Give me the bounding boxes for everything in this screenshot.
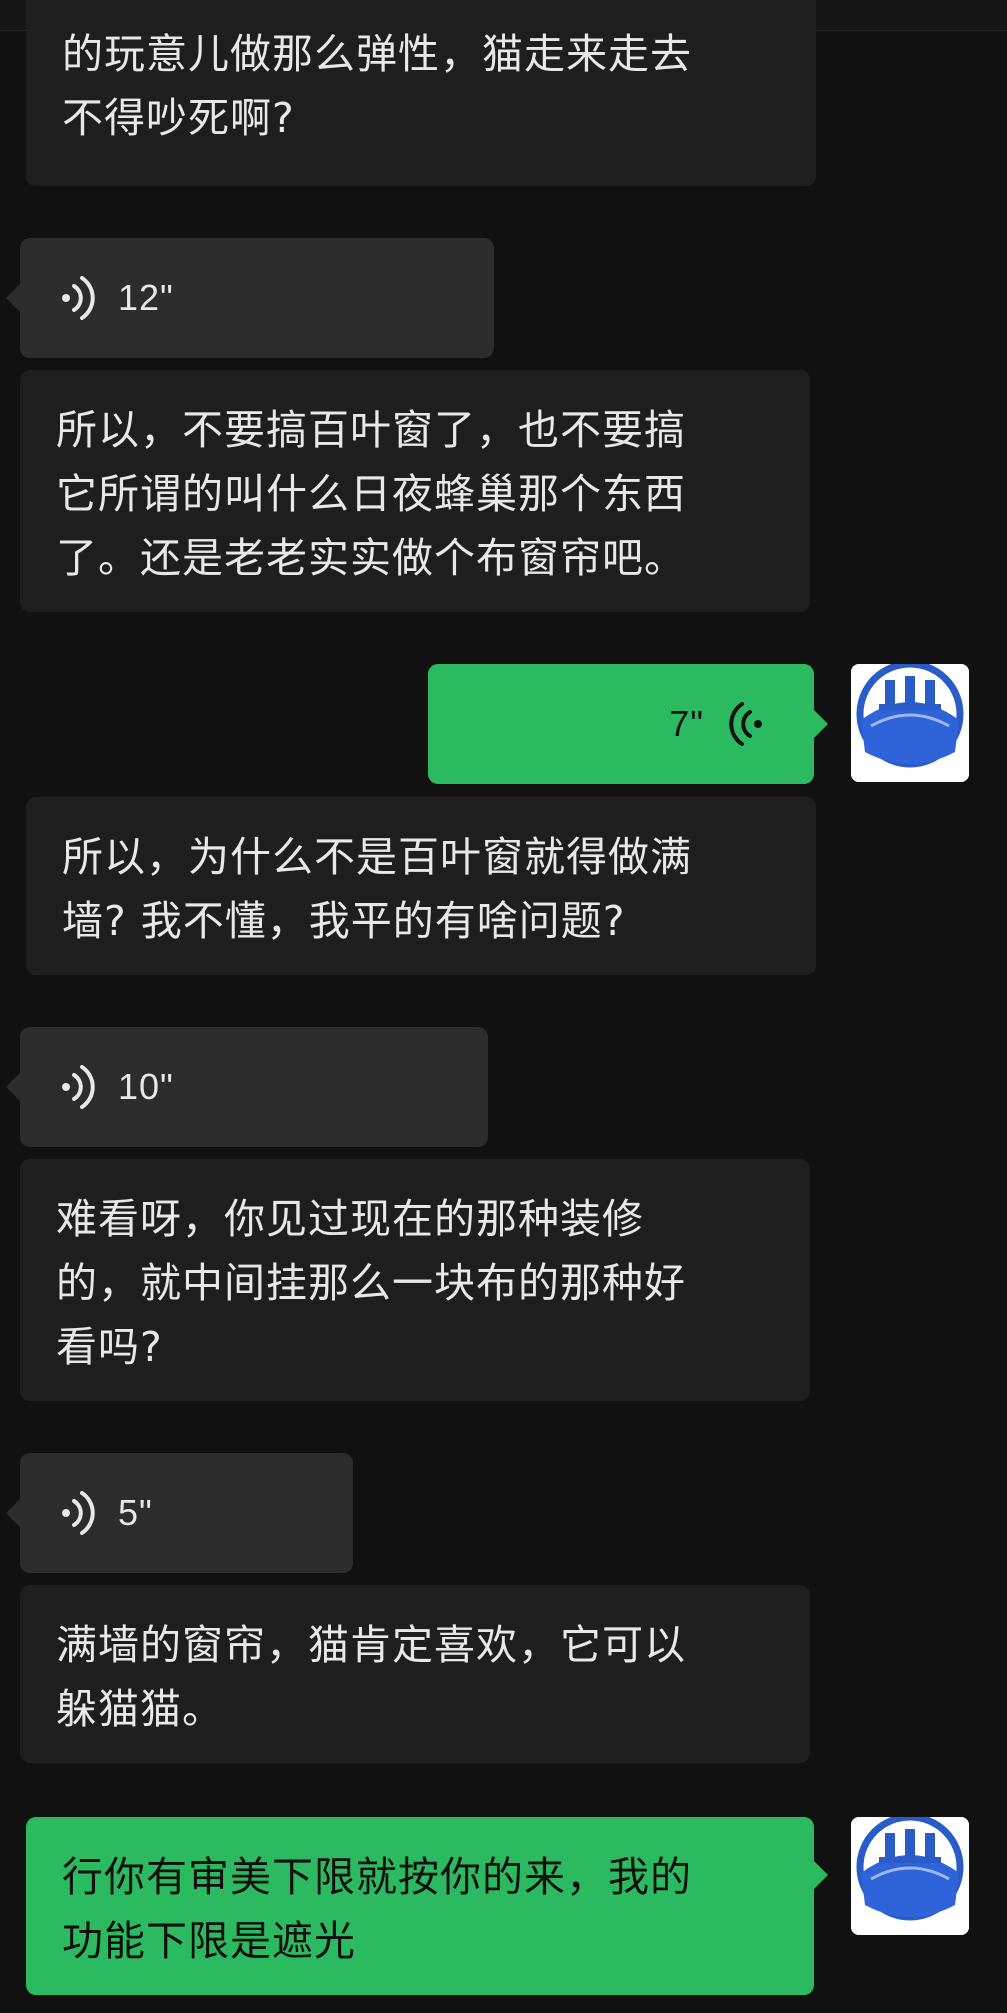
message-bubble-incoming[interactable]: 难看呀，你见过现在的那种装修 的，就中间挂那么一块布的那种好 看吗? bbox=[20, 1159, 810, 1401]
voice-duration: 5" bbox=[118, 1492, 153, 1533]
user-avatar[interactable] bbox=[851, 1817, 969, 1935]
message-text: 满墙的窗帘，猫肯定喜欢，它可以 躲猫猫。 bbox=[56, 1621, 686, 1733]
message-text: 的玩意儿做那么弹性，猫走来走去 不得吵死啊? bbox=[62, 30, 692, 142]
message-text: 难看呀，你见过现在的那种装修 的，就中间挂那么一块布的那种好 看吗? bbox=[56, 1195, 686, 1371]
voice-message-incoming[interactable]: 10" bbox=[6, 1027, 488, 1147]
mask-avatar-icon bbox=[851, 664, 969, 782]
message-text: 行你有审美下限就按你的来，我的 功能下限是遮光 bbox=[62, 1853, 692, 1965]
voice-wave-icon bbox=[62, 1491, 95, 1535]
voice-wave-icon bbox=[62, 276, 95, 320]
voice-duration: 12" bbox=[118, 277, 174, 318]
message-bubble-incoming[interactable]: 所以，为什么不是百叶窗就得做满 墙? 我不懂，我平的有啥问题? bbox=[26, 797, 816, 975]
mask-avatar-icon bbox=[851, 1817, 969, 1935]
message-bubble-incoming[interactable]: 的玩意儿做那么弹性，猫走来走去 不得吵死啊? bbox=[26, 0, 816, 186]
voice-message-outgoing[interactable]: 7" bbox=[428, 664, 828, 784]
message-bubble-incoming[interactable]: 满墙的窗帘，猫肯定喜欢，它可以 躲猫猫。 bbox=[20, 1585, 810, 1763]
message-text: 所以，不要搞百叶窗了，也不要搞 它所谓的叫什么日夜蜂巢那个东西 了。还是老老实实… bbox=[56, 406, 686, 582]
voice-duration: 7" bbox=[669, 703, 704, 744]
voice-wave-icon bbox=[62, 1065, 95, 1109]
message-bubble-incoming[interactable]: 所以，不要搞百叶窗了，也不要搞 它所谓的叫什么日夜蜂巢那个东西 了。还是老老实实… bbox=[20, 370, 810, 612]
voice-message-incoming[interactable]: 5" bbox=[6, 1453, 353, 1573]
voice-duration: 10" bbox=[118, 1066, 174, 1107]
voice-wave-icon bbox=[729, 702, 762, 746]
user-avatar[interactable] bbox=[851, 664, 969, 782]
voice-message-incoming[interactable]: 12" bbox=[6, 238, 494, 358]
message-bubble-outgoing[interactable]: 行你有审美下限就按你的来，我的 功能下限是遮光 bbox=[26, 1817, 828, 1995]
message-text: 所以，为什么不是百叶窗就得做满 墙? 我不懂，我平的有啥问题? bbox=[62, 833, 692, 945]
